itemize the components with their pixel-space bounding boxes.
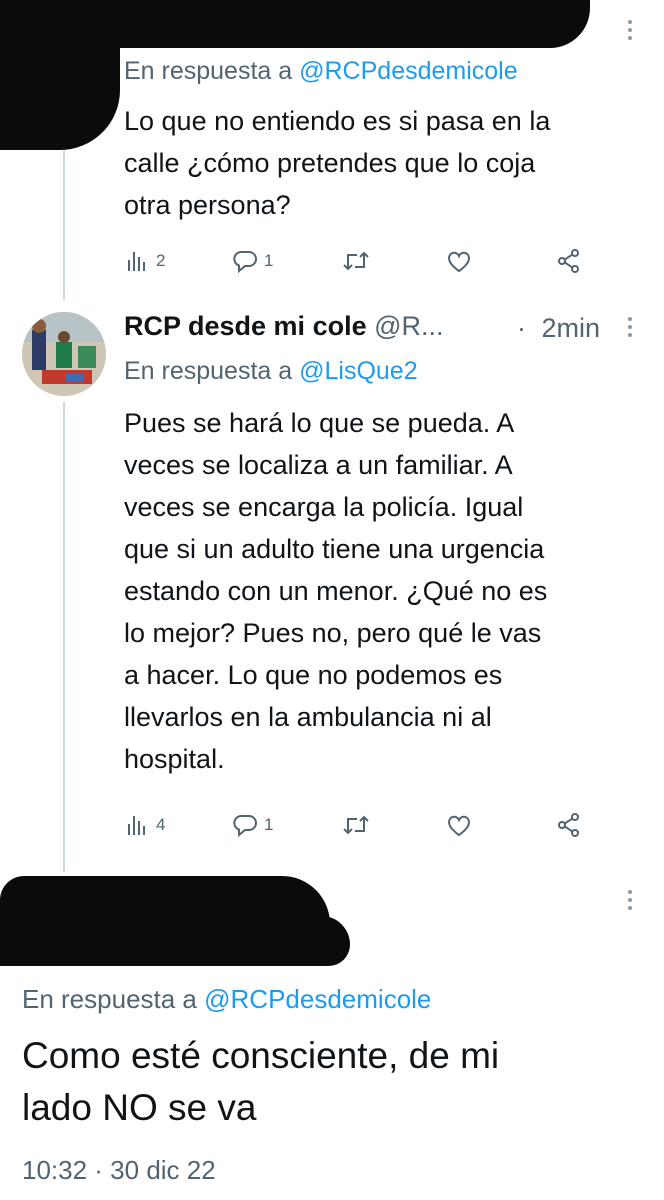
tweet-text-line: Como esté consciente, de mi: [22, 1035, 500, 1076]
more-icon[interactable]: [626, 20, 634, 40]
tweet-text-line: otra persona?: [124, 190, 291, 220]
share-button[interactable]: [556, 812, 582, 838]
tweet-text-line: veces se localiza a un familiar. A: [124, 450, 513, 480]
tweet-text-line: lo mejor? Pues no, pero qué le vas: [124, 618, 542, 648]
meta-separator: ·: [517, 313, 526, 343]
tweet-text: Pues se hará lo que se pueda. A veces se…: [124, 402, 654, 780]
tweet-text-line: hospital.: [124, 744, 225, 774]
reply-to-line: En respuesta a @RCPdesdemicole: [22, 984, 431, 1015]
tweet-text: Como esté consciente, de mi lado NO se v…: [22, 1030, 662, 1134]
display-name[interactable]: RCP desde mi cole: [124, 311, 367, 341]
like-button[interactable]: [446, 250, 472, 274]
views-icon: [128, 816, 145, 835]
thread-line: [63, 150, 65, 300]
tweet-text-line: Lo que no entiendo es si pasa en la: [124, 106, 551, 136]
tweet-text-line: a hacer. Lo que no podemos es: [124, 660, 503, 690]
reply-count: 1: [264, 815, 274, 834]
reply-to-handle-link[interactable]: @RCPdesdemicole: [299, 57, 518, 85]
tweet-text-line: que si un adulto tiene una urgencia: [124, 534, 545, 564]
reply-to-prefix: En respuesta a: [124, 357, 293, 385]
reply-count: 1: [264, 251, 274, 270]
reply-button[interactable]: 1: [232, 249, 273, 273]
tweet-timestamp[interactable]: 10:32 · 30 dic 22: [22, 1155, 216, 1186]
views-button[interactable]: 4: [126, 814, 165, 836]
like-icon: [448, 251, 470, 273]
retweet-icon: [343, 251, 369, 271]
tweet-text-line: lado NO se va: [22, 1087, 257, 1128]
reply-to-line: En respuesta a @LisQue2: [124, 357, 418, 386]
reply-to-line: En respuesta a @RCPdesdemicole: [124, 57, 518, 86]
retweet-button[interactable]: [342, 250, 370, 272]
tweet-header: RCP desde mi cole @R...: [124, 311, 444, 342]
tweet-meta: · 2min: [517, 313, 600, 344]
reply-icon: [233, 815, 257, 837]
reply-to-prefix: En respuesta a: [22, 984, 197, 1014]
reply-to-handle-link[interactable]: @RCPdesdemicole: [204, 984, 431, 1014]
share-button[interactable]: [556, 248, 582, 274]
user-handle[interactable]: @R...: [374, 311, 443, 341]
more-icon[interactable]: [626, 890, 634, 910]
tweet-time[interactable]: 2min: [542, 313, 601, 343]
retweet-button[interactable]: [342, 814, 370, 836]
thread-line: [63, 402, 65, 872]
share-icon: [558, 249, 579, 273]
retweet-icon: [343, 815, 369, 835]
views-count: 4: [156, 815, 166, 834]
views-count: 2: [156, 251, 166, 270]
like-button[interactable]: [446, 814, 472, 838]
tweet-text-line: estando con un menor. ¿Qué no es: [124, 576, 548, 606]
like-icon: [448, 815, 470, 837]
avatar-image: [22, 312, 106, 396]
reply-to-handle-link[interactable]: @LisQue2: [299, 357, 418, 385]
tweet-text: Lo que no entiendo es si pasa en la call…: [124, 100, 654, 226]
more-icon[interactable]: [626, 317, 634, 337]
tweet-text-line: Pues se hará lo que se pueda. A: [124, 408, 515, 438]
share-icon: [558, 813, 579, 837]
tweet-text-line: llevarlos en la ambulancia ni al: [124, 702, 492, 732]
views-button[interactable]: 2: [126, 250, 165, 272]
views-icon: [128, 252, 145, 271]
reply-to-prefix: En respuesta a: [124, 57, 293, 85]
avatar[interactable]: [22, 312, 106, 396]
tweet-text-line: calle ¿cómo pretendes que lo coja: [124, 148, 536, 178]
tweet-text-line: veces se encarga la policía. Igual: [124, 492, 524, 522]
reply-icon: [233, 251, 257, 273]
reply-button[interactable]: 1: [232, 813, 273, 837]
